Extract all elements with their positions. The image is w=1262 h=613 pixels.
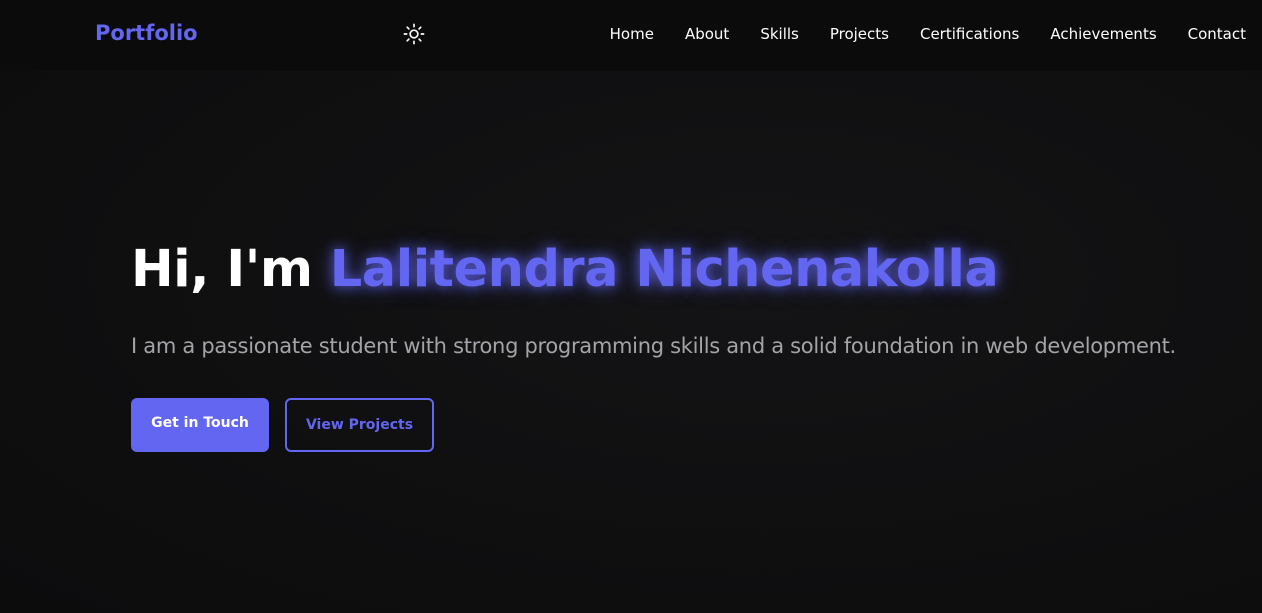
nav-link-projects[interactable]: Projects [830, 25, 889, 43]
portfolio-page: Portfolio Home About Skills Projects Cer… [0, 0, 1262, 613]
navbar: Portfolio Home About Skills Projects Cer… [0, 0, 1262, 71]
nav-links: Home About Skills Projects Certification… [579, 25, 1246, 43]
view-projects-button[interactable]: View Projects [285, 398, 434, 452]
nav-link-certifications[interactable]: Certifications [920, 25, 1019, 43]
hero-title: Hi, I'm Lalitendra Nichenakolla [131, 236, 999, 304]
hero-subtitle: I am a passionate student with strong pr… [131, 334, 1176, 358]
hero-greeting: Hi, I'm [131, 240, 313, 299]
nav-link-home[interactable]: Home [610, 25, 654, 43]
nav-link-about[interactable]: About [685, 25, 729, 43]
nav-link-skills[interactable]: Skills [760, 25, 799, 43]
hero-name: Lalitendra Nichenakolla [329, 240, 999, 299]
nav-link-contact[interactable]: Contact [1188, 25, 1246, 43]
hero-heading-wrapper: Hi, I'm Lalitendra Nichenakolla [131, 236, 999, 304]
logo[interactable]: Portfolio [95, 21, 198, 45]
theme-toggle-button[interactable] [402, 22, 426, 46]
sun-icon [403, 23, 425, 45]
get-in-touch-button[interactable]: Get in Touch [131, 398, 269, 452]
nav-link-achievements[interactable]: Achievements [1050, 25, 1156, 43]
